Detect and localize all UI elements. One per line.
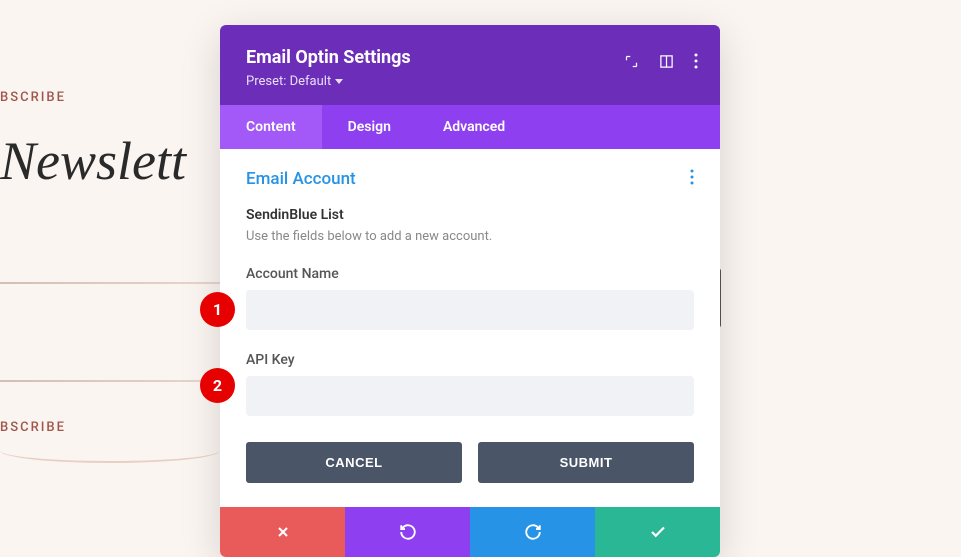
footer-actions (220, 507, 720, 557)
redo-button[interactable] (470, 507, 595, 557)
annotation-1: 1 (200, 292, 235, 327)
account-name-label: Account Name (246, 266, 694, 282)
cancel-button[interactable]: CANCEL (246, 442, 462, 483)
list-provider-desc: Use the fields below to add a new accoun… (246, 229, 694, 244)
bg-divider (0, 380, 220, 382)
tab-content[interactable]: Content (220, 105, 322, 149)
preset-selector[interactable]: Preset: Default (246, 74, 694, 89)
preset-label: Preset: Default (246, 74, 331, 89)
tabs-bar: Content Design Advanced (220, 105, 720, 149)
expand-icon[interactable] (624, 54, 639, 69)
section-menu-icon[interactable] (690, 169, 694, 189)
modal-header: Email Optin Settings Preset: Default (220, 25, 720, 105)
account-name-input[interactable] (246, 290, 694, 330)
undo-button[interactable] (345, 507, 470, 557)
bg-subscribe-text-2: BSCRIBE (0, 420, 66, 435)
bg-curve (0, 438, 220, 463)
confirm-button[interactable] (595, 507, 720, 557)
submit-button[interactable]: SUBMIT (478, 442, 694, 483)
list-provider-title: SendinBlue List (246, 207, 694, 223)
bg-divider (0, 282, 220, 284)
tab-advanced[interactable]: Advanced (417, 105, 531, 149)
tab-design[interactable]: Design (322, 105, 417, 149)
api-key-input[interactable] (246, 376, 694, 416)
settings-modal: Email Optin Settings Preset: Default Con… (220, 25, 720, 557)
chevron-down-icon (335, 79, 343, 84)
more-icon[interactable] (694, 53, 698, 69)
bg-subscribe-text: BSCRIBE (0, 50, 220, 105)
modal-body: Email Account SendinBlue List Use the fi… (220, 149, 720, 507)
annotation-2: 2 (200, 368, 235, 403)
section-title[interactable]: Email Account (246, 169, 356, 189)
bg-newsletter-heading: Newslett (0, 130, 220, 192)
close-button[interactable] (220, 507, 345, 557)
api-key-label: API Key (246, 352, 694, 368)
layout-icon[interactable] (659, 54, 674, 69)
